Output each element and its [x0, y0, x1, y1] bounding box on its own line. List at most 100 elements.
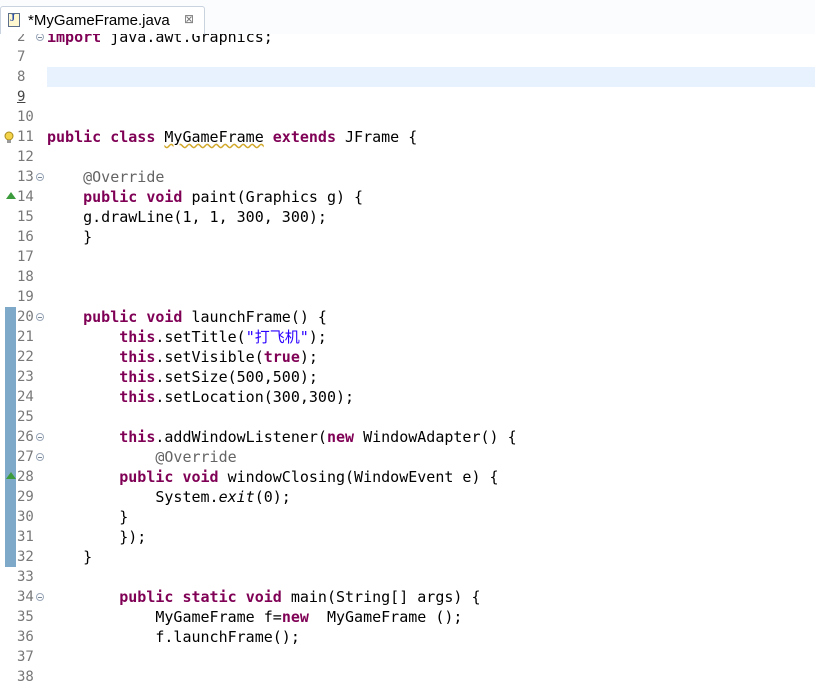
fold-toggle-icon[interactable] [36, 453, 44, 461]
code-line[interactable]: 13 @Override [0, 167, 815, 187]
code-token: class [110, 128, 156, 146]
code-editor[interactable]: 2 import java.awt.Graphics; 7 8 9 10 11 public … [0, 34, 815, 689]
code-line[interactable]: 14 public void paint(Graphics g) { [0, 187, 815, 207]
code-line[interactable]: 2 import java.awt.Graphics; [0, 34, 815, 47]
code-line[interactable]: 34 public static void main(String[] args… [0, 587, 815, 607]
java-file-icon: J [8, 13, 20, 27]
code-token: this [119, 368, 156, 386]
editor-tab[interactable]: J *MyGameFrame.java ⊠ [0, 6, 205, 34]
code-line[interactable]: 35 MyGameFrame f=new MyGameFrame (); [0, 607, 815, 627]
code-token: .setVisible( [155, 348, 264, 366]
code-text: g.drawLine(1, 1, 300, 300); [47, 207, 327, 227]
line-number: 19 [17, 289, 34, 305]
code-line[interactable]: 20 public void launchFrame() { [0, 307, 815, 327]
code-token: "打飞机" [245, 328, 309, 346]
line-number: 37 [17, 649, 34, 665]
code-token: }); [47, 528, 147, 546]
fold-toggle-icon[interactable] [36, 173, 44, 181]
line-number: 22 [17, 349, 34, 365]
override-marker-icon[interactable] [6, 472, 16, 479]
fold-toggle-icon[interactable] [36, 593, 44, 601]
fold-toggle-icon[interactable] [36, 433, 44, 441]
override-marker-icon[interactable] [6, 192, 16, 199]
code-text: @Override [47, 167, 164, 187]
code-token: public [119, 468, 174, 486]
code-line[interactable]: 36 f.launchFrame(); [0, 627, 815, 647]
code-line[interactable]: 8 [0, 67, 815, 87]
code-line[interactable]: 29 System.exit(0); [0, 487, 815, 507]
line-number: 10 [17, 109, 34, 125]
code-line[interactable]: 25 [0, 407, 815, 427]
code-line[interactable]: 32 } [0, 547, 815, 567]
code-line[interactable]: 9 [0, 87, 815, 107]
code-text: f.launchFrame(); [47, 627, 300, 647]
code-token: .addWindowListener( [155, 428, 327, 446]
code-line[interactable]: 21 this.setTitle("打飞机"); [0, 327, 815, 347]
fold-toggle-icon[interactable] [36, 313, 44, 321]
code-text: import java.awt.Graphics; [47, 34, 273, 47]
line-number: 38 [17, 669, 34, 685]
code-token: (0); [254, 488, 291, 506]
code-line[interactable]: 15 g.drawLine(1, 1, 300, 300); [0, 207, 815, 227]
line-number: 30 [17, 509, 34, 525]
code-text: MyGameFrame f=new MyGameFrame (); [47, 607, 462, 627]
code-line[interactable]: 22 this.setVisible(true); [0, 347, 815, 367]
fold-toggle-icon[interactable] [36, 34, 44, 41]
code-token: public [119, 588, 174, 606]
code-text: this.setSize(500,500); [47, 367, 318, 387]
line-number: 18 [17, 269, 34, 285]
code-text: System.exit(0); [47, 487, 291, 507]
code-line[interactable]: 38 [0, 667, 815, 687]
code-line[interactable]: 28 public void windowClosing(WindowEvent… [0, 467, 815, 487]
line-number: 8 [17, 69, 26, 85]
line-number: 32 [17, 549, 34, 565]
code-token: main(String[] args) { [281, 588, 481, 606]
code-line[interactable]: 19 [0, 287, 815, 307]
code-token: static [182, 588, 237, 606]
code-line[interactable]: 10 [0, 107, 815, 127]
code-line[interactable]: 26 this.addWindowListener(new WindowAdap… [0, 427, 815, 447]
code-line[interactable]: 23 this.setSize(500,500); [0, 367, 815, 387]
code-line[interactable]: 11 public class MyGameFrame extends JFram… [0, 127, 815, 147]
line-number: 14 [17, 189, 34, 205]
line-number: 29 [17, 489, 34, 505]
line-number: 7 [17, 49, 26, 65]
code-line[interactable]: 7 [0, 47, 815, 67]
code-line[interactable]: 31 }); [0, 527, 815, 547]
code-token: JFrame { [336, 128, 418, 146]
warning-lightbulb-icon[interactable] [4, 129, 14, 143]
code-token: exit [218, 488, 255, 506]
code-line[interactable]: 30 } [0, 507, 815, 527]
code-text: @Override [47, 447, 236, 467]
code-line[interactable]: 24 this.setLocation(300,300); [0, 387, 815, 407]
code-token: @Override [83, 168, 165, 186]
code-text: public class MyGameFrame extends JFrame … [47, 127, 417, 147]
code-token: true [263, 348, 300, 366]
code-line[interactable]: 37 [0, 647, 815, 667]
code-line[interactable]: 33 [0, 567, 815, 587]
code-token: } [47, 228, 93, 246]
close-icon[interactable]: ⊠ [184, 12, 194, 26]
code-token: MyGameFrame f= [47, 608, 282, 626]
code-text: public void launchFrame() { [47, 307, 327, 327]
code-line[interactable]: 27 @Override [0, 447, 815, 467]
code-text: this.setVisible(true); [47, 347, 318, 367]
code-token: windowClosing(WindowEvent e) { [218, 468, 499, 486]
code-token: java.awt.Graphics; [101, 34, 273, 46]
code-line[interactable]: 12 [0, 147, 815, 167]
code-line[interactable]: 16 } [0, 227, 815, 247]
code-token: void [245, 588, 282, 606]
code-token: MyGameFrame (); [308, 608, 463, 626]
code-line[interactable]: 18 [0, 267, 815, 287]
line-number: 35 [17, 609, 34, 625]
line-number: 25 [17, 409, 34, 425]
code-line[interactable]: 17 [0, 247, 815, 267]
code-text: }); [47, 527, 146, 547]
